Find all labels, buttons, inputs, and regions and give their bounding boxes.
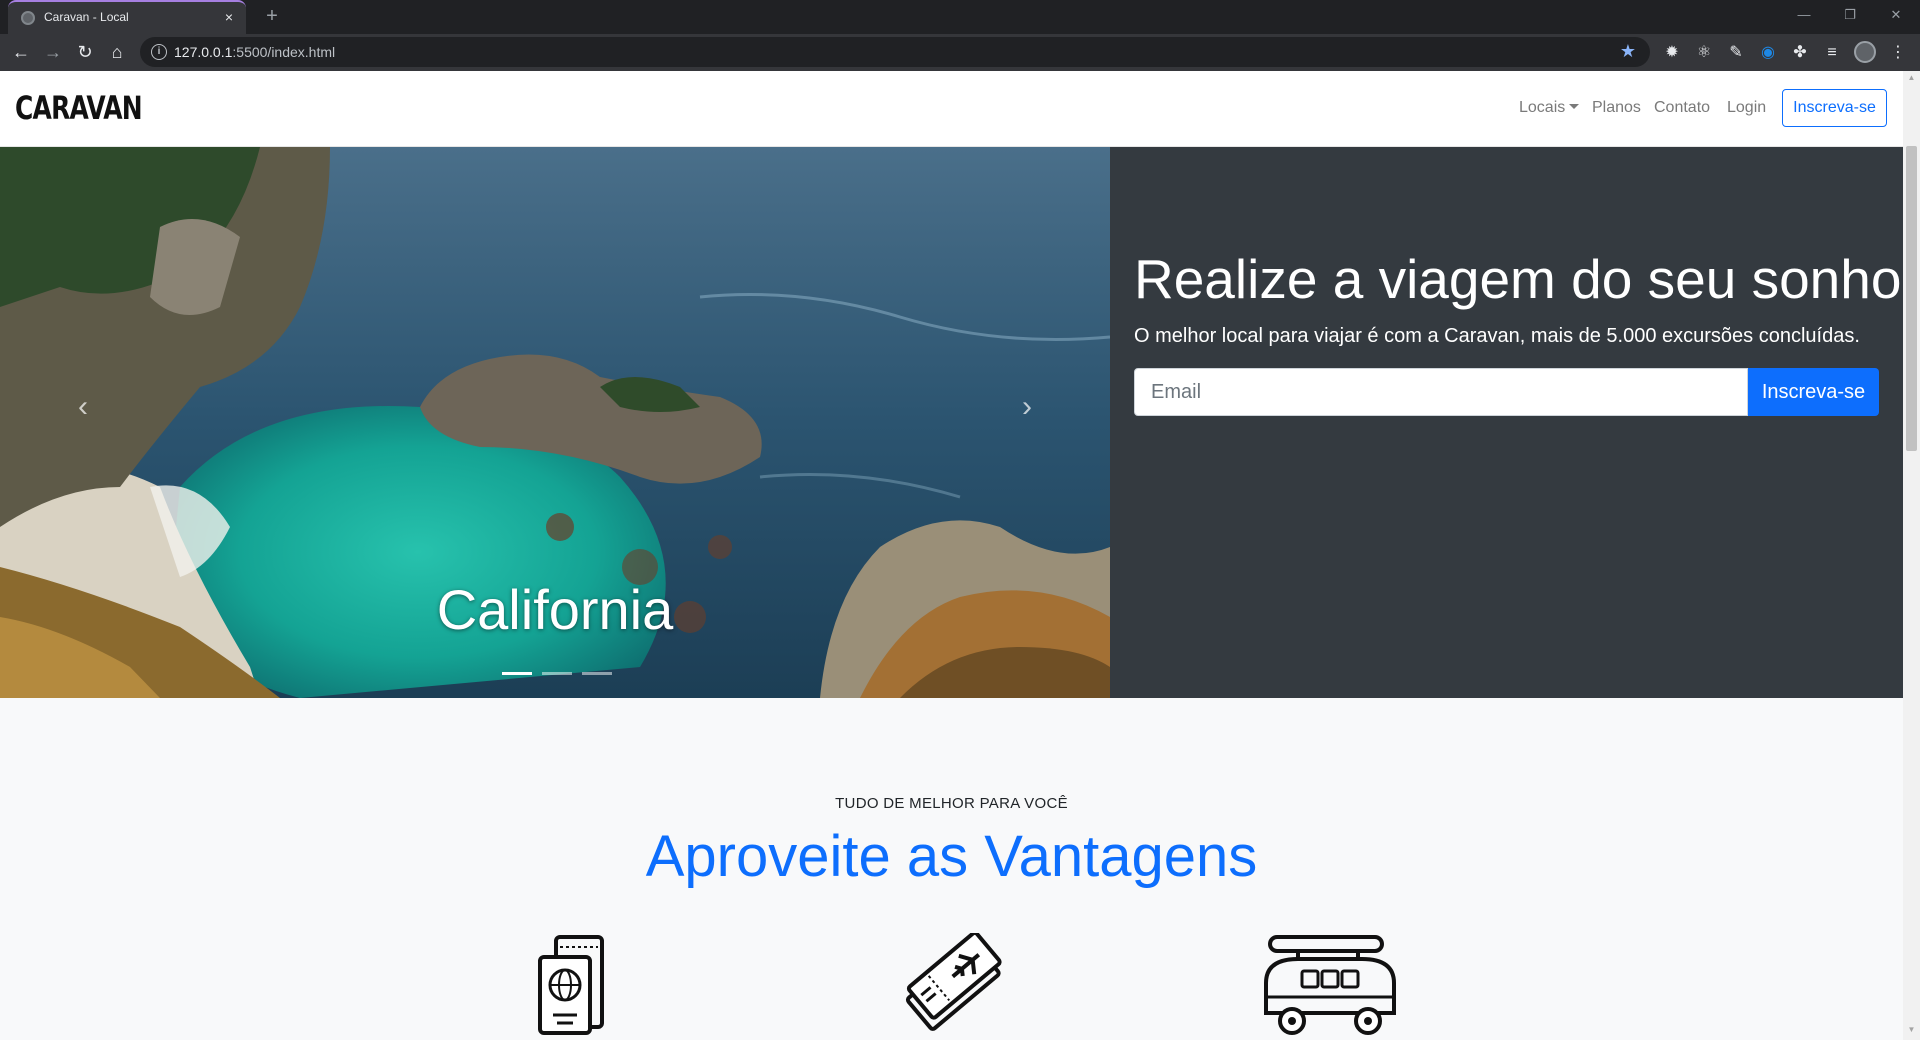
forward-arrow-icon[interactable]: → [40, 39, 66, 65]
bookmark-star-icon[interactable]: ★ [1620, 41, 1636, 62]
signup-nav-button[interactable]: Inscreva-se [1782, 89, 1887, 127]
nav-locais-dropdown[interactable]: Locais [1519, 99, 1580, 117]
restore-button[interactable]: ❐ [1830, 4, 1870, 26]
window-close-button[interactable]: ✕ [1876, 4, 1916, 26]
email-input[interactable] [1134, 368, 1748, 416]
carousel-caption: California [436, 578, 674, 641]
carousel-next-icon[interactable]: › [1012, 387, 1042, 427]
passport-icon [538, 935, 604, 1035]
reload-icon[interactable]: ↻ [72, 39, 98, 65]
carousel-indicator[interactable] [582, 672, 612, 675]
tab-title: Caravan - Local [44, 10, 129, 24]
extension-gear-icon[interactable]: ✹ [1660, 41, 1684, 65]
extension-eye-icon[interactable]: ◉ [1756, 41, 1780, 65]
reading-list-icon[interactable]: ≡ [1820, 41, 1844, 65]
back-arrow-icon[interactable]: ← [8, 39, 34, 65]
browser-menu-icon[interactable]: ⋮ [1886, 41, 1910, 65]
page-viewport: CARAVAN Locais Planos Contato Login Insc… [0, 71, 1903, 1040]
site-navbar: CARAVAN Locais Planos Contato Login Insc… [0, 71, 1903, 147]
nav-planos[interactable]: Planos [1592, 99, 1641, 117]
url-text: 127.0.0.1:5500/index.html [174, 44, 336, 60]
brand-logo[interactable]: CARAVAN [15, 89, 143, 127]
profile-avatar[interactable] [1854, 41, 1876, 63]
camper-van-icon [1264, 935, 1396, 1035]
browser-chrome: Caravan - Local × + — ❐ ✕ ← → ↻ ⌂ i 127.… [0, 0, 1920, 71]
carousel-indicators [502, 672, 612, 675]
hero-subtitle: O melhor local para viajar é com a Carav… [1134, 325, 1860, 347]
tab-strip: Caravan - Local × + — ❐ ✕ [0, 0, 1920, 34]
page-scrollbar[interactable]: ▲ ▼ [1903, 71, 1920, 1040]
extension-react-icon[interactable]: ⚛ [1692, 41, 1716, 65]
carousel-indicator[interactable] [502, 672, 532, 675]
extension-pen-icon[interactable]: ✎ [1724, 41, 1748, 65]
section-title: Aproveite as Vantagens [645, 824, 1258, 889]
scroll-up-icon[interactable]: ▲ [1906, 73, 1917, 85]
carousel-prev-icon[interactable]: ‹ [68, 387, 98, 427]
home-icon[interactable]: ⌂ [104, 39, 130, 65]
section-kicker: TUDO DE MELHOR PARA VOCÊ [835, 795, 1068, 812]
caret-down-icon [1569, 104, 1580, 109]
tab-close-icon[interactable]: × [220, 8, 238, 26]
address-bar[interactable]: i 127.0.0.1:5500/index.html ★ [140, 37, 1650, 67]
carousel-indicator[interactable] [542, 672, 572, 675]
hero-panel: Realize a viagem do seu sonho O melhor l… [1110, 147, 1903, 698]
scrollbar-thumb[interactable] [1906, 146, 1917, 451]
signup-button[interactable]: Inscreva-se [1748, 368, 1879, 416]
minimize-button[interactable]: — [1784, 4, 1824, 26]
browser-toolbar: ← → ↻ ⌂ i 127.0.0.1:5500/index.html ★ ✹ … [0, 34, 1920, 71]
hero-title: Realize a viagem do seu sonho [1134, 248, 1902, 310]
scroll-down-icon[interactable]: ▼ [1906, 1025, 1917, 1037]
extensions-puzzle-icon[interactable]: ✤ [1788, 41, 1812, 65]
nav-contato[interactable]: Contato [1654, 99, 1710, 117]
nav-login[interactable]: Login [1727, 99, 1766, 117]
plane-ticket-icon [905, 933, 1002, 1031]
browser-tab[interactable]: Caravan - Local × [8, 0, 246, 34]
favicon-icon [21, 11, 35, 25]
new-tab-button[interactable]: + [260, 4, 284, 28]
carousel: ‹ › California [0, 147, 1110, 698]
site-info-icon[interactable]: i [151, 44, 167, 60]
